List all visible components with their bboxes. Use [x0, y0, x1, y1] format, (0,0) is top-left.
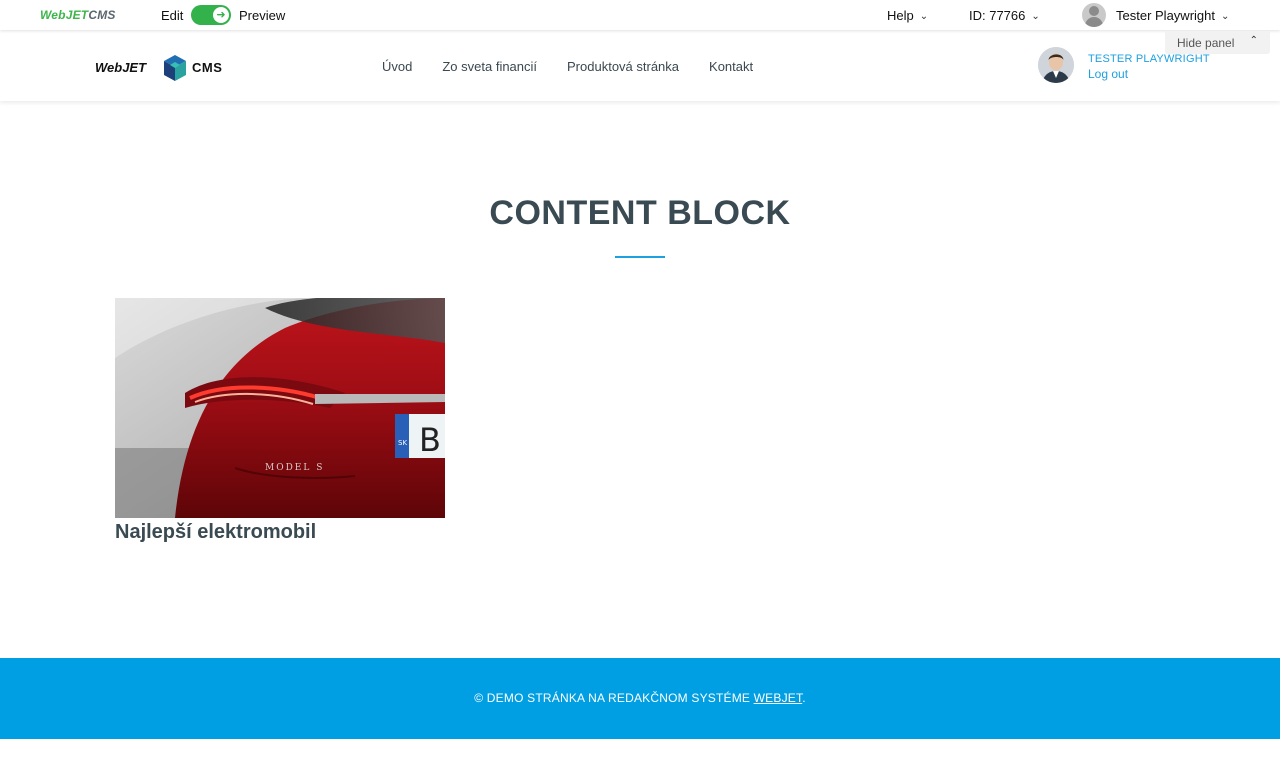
user-name: Tester Playwright — [1116, 8, 1215, 23]
avatar-photo — [1038, 47, 1074, 83]
user-icon[interactable] — [1082, 3, 1106, 27]
hide-panel-button[interactable]: Hide panel ⌃ — [1165, 31, 1270, 54]
chevron-down-icon: ⌄ — [1031, 11, 1040, 22]
help-menu[interactable]: Help ⌄ — [887, 8, 928, 23]
cube-logo-icon — [164, 55, 186, 81]
profile-name[interactable]: TESTER PLAYWRIGHT — [1088, 53, 1210, 65]
nav-item-uvod[interactable]: Úvod — [382, 59, 412, 74]
main-nav: Úvod Zo sveta financií Produktová stránk… — [382, 59, 753, 74]
footer-text-prefix: © DEMO STRÁNKA NA REDAKČNOM SYSTÉME — [474, 691, 754, 705]
footer-webjet-link[interactable]: WEBJET — [754, 691, 803, 705]
page-id-menu[interactable]: ID: 77766 ⌄ — [969, 8, 1040, 23]
user-menu[interactable]: Tester Playwright ⌄ — [1116, 8, 1229, 23]
admin-logo[interactable]: WebJETCMS — [40, 8, 116, 22]
footer-copyright: © DEMO STRÁNKA NA REDAKČNOM SYSTÉME WEBJ… — [0, 691, 1280, 705]
nav-item-produktova-stranka[interactable]: Produktová stránka — [567, 59, 679, 74]
nav-item-zo-sveta-financii[interactable]: Zo sveta financií — [442, 59, 537, 74]
site-logo-word2: CMS — [192, 60, 223, 75]
nav-item-kontakt[interactable]: Kontakt — [709, 59, 753, 74]
hide-panel-label: Hide panel — [1177, 36, 1235, 50]
svg-text:B: B — [419, 421, 441, 459]
footer-text-suffix: . — [802, 691, 806, 705]
arrow-right-icon: ➜ — [213, 7, 229, 23]
page-id-label: ID: 77766 — [969, 8, 1026, 23]
chevron-down-icon: ⌄ — [919, 11, 929, 22]
help-label: Help — [887, 8, 914, 23]
admin-logo-part1: WebJET — [40, 8, 89, 22]
chevron-up-icon: ⌃ — [1249, 35, 1258, 46]
page-title: CONTENT BLOCK — [489, 194, 791, 232]
avatar[interactable] — [1038, 47, 1074, 83]
chevron-down-icon: ⌄ — [1220, 11, 1230, 22]
title-divider — [615, 256, 665, 258]
edit-preview-toggle[interactable]: ➜ — [191, 5, 231, 25]
site-footer: © DEMO STRÁNKA NA REDAKČNOM SYSTÉME WEBJ… — [0, 658, 1280, 739]
card-title[interactable]: Najlepší elektromobil — [115, 521, 316, 544]
logout-link[interactable]: Log out — [1088, 67, 1128, 81]
site-logo-word1: WebJET — [95, 60, 147, 75]
edit-label[interactable]: Edit — [161, 8, 183, 23]
site-header: WebJET CMS Úvod Zo sveta financií Produk… — [0, 30, 1280, 101]
preview-label[interactable]: Preview — [239, 8, 285, 23]
admin-logo-part2: CMS — [88, 8, 116, 22]
card-image[interactable]: SK B MODEL S — [115, 298, 445, 518]
red-car-photo: SK B MODEL S — [115, 298, 445, 518]
admin-toolbar: WebJETCMS Edit ➜ Preview Help ⌄ ID: 77766… — [0, 0, 1280, 30]
svg-text:MODEL S: MODEL S — [265, 463, 324, 473]
svg-text:SK: SK — [398, 439, 407, 447]
